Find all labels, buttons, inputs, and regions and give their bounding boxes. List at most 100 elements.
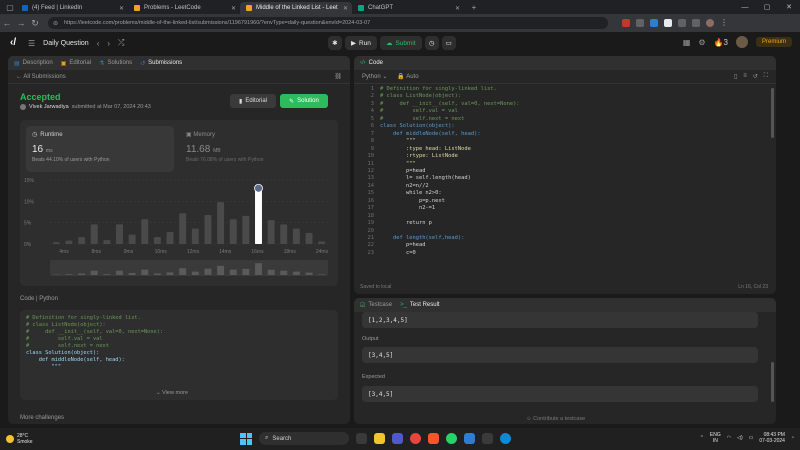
prev-problem-icon[interactable]: ‹ — [97, 39, 100, 48]
premium-button[interactable]: Premium — [755, 37, 792, 47]
shuffle-icon[interactable]: ⤮ — [118, 38, 124, 48]
address-bar-row: ← → ↻ ⊜ https://leetcode.com/problems/mid… — [0, 14, 800, 32]
clock[interactable]: 08:43 PM 07-03-2024 — [759, 432, 785, 444]
copilot-icon[interactable] — [482, 433, 493, 444]
tab-solutions[interactable]: ⚗ Solutions — [99, 60, 132, 67]
language-select[interactable]: Python ⌄ — [362, 73, 387, 80]
battery-icon[interactable]: ▭ — [749, 435, 754, 441]
tab-test-result[interactable]: >_ Test Result — [400, 302, 440, 308]
fullscreen-icon[interactable]: ⛶ — [764, 73, 768, 80]
whatsapp-icon[interactable] — [446, 433, 457, 444]
chrome-icon[interactable] — [410, 433, 421, 444]
teams-icon[interactable] — [392, 433, 403, 444]
store-icon[interactable] — [464, 433, 475, 444]
volume-icon[interactable]: ◁) — [737, 435, 743, 441]
back-icon[interactable]: ← — [0, 18, 14, 28]
extension-icon[interactable] — [622, 19, 630, 27]
menu-icon[interactable]: ⋮ — [720, 19, 728, 27]
close-tab-icon[interactable]: ✕ — [231, 5, 236, 12]
close-window-icon[interactable]: ✕ — [778, 0, 800, 14]
all-submissions-link[interactable]: ← All Submissions — [16, 74, 66, 80]
settings-icon[interactable]: ⚙ — [698, 38, 705, 47]
close-tab-icon[interactable]: ✕ — [455, 5, 460, 12]
runtime-distribution-chart: 15% 10% 5% 0% 4ms 8ms 9ms 10ms 12ms 14ms 16ms 18ms 2… — [24, 178, 329, 276]
line-number: 20 — [367, 227, 375, 234]
extension-icon[interactable] — [650, 19, 658, 27]
layout-icon[interactable]: ▦ — [683, 38, 691, 47]
browser-tab-middle-linked-list[interactable]: Middle of the Linked List - Leet ✕ — [240, 2, 352, 14]
leetcode-logo-icon[interactable]: ‹/ — [10, 37, 20, 49]
runtime-beats: Beats 44.10% of users with Python — [32, 157, 110, 163]
range-bar — [191, 271, 199, 275]
memory-card[interactable]: ▣ Memory 11.68 MB Beats 76.08% of users … — [180, 126, 328, 172]
task-view-icon[interactable] — [356, 433, 367, 444]
daily-question-title[interactable]: Daily Question — [43, 40, 89, 47]
tab-submissions[interactable]: ↺ Submissions — [140, 60, 182, 67]
site-info-icon[interactable]: ⊜ — [53, 20, 58, 27]
bookmark-icon[interactable]: ▯ — [734, 73, 737, 80]
reload-icon[interactable]: ↻ — [28, 18, 42, 29]
close-tab-icon[interactable]: ✕ — [343, 5, 348, 12]
maximize-icon[interactable]: ▢ — [756, 0, 778, 14]
share-link-icon[interactable]: ⛓ — [334, 73, 342, 80]
minimize-icon[interactable]: — — [734, 0, 756, 14]
timer-icon[interactable]: ◷ — [424, 36, 439, 50]
smiley-icon: ☺ — [526, 416, 532, 422]
chart-bar — [52, 242, 60, 244]
tab-actions-icon[interactable]: ▢ — [4, 2, 16, 12]
code-preview-line: # class ListNode(object): — [26, 322, 106, 328]
code-editor[interactable]: 1 # Definition for singly-linked list. 2 # … — [354, 86, 770, 278]
test-scrollbar[interactable] — [771, 362, 774, 402]
runtime-card[interactable]: ◷ Runtime 16 ms Beats 44.10% of users wit… — [26, 126, 174, 172]
code-tab[interactable]: ‹/› Code — [360, 60, 383, 66]
wifi-icon[interactable]: ◠ — [727, 435, 731, 441]
close-tab-icon[interactable]: ✕ — [119, 5, 124, 12]
forward-icon[interactable]: → — [14, 18, 28, 28]
problem-list-icon[interactable]: ☰ — [28, 39, 35, 48]
input-value: [1,2,3,4,5] — [362, 312, 758, 328]
run-button[interactable]: ▶ Run — [345, 36, 377, 50]
editor-scrollbar[interactable] — [771, 88, 774, 138]
tab-description[interactable]: ▤ Description — [14, 60, 53, 67]
code-line: """ — [380, 160, 416, 167]
browser-tab-linkedin[interactable]: (4) Feed | LinkedIn ✕ — [16, 2, 128, 14]
auto-mode-toggle[interactable]: 🔒 Auto — [397, 73, 418, 80]
file-explorer-icon[interactable] — [374, 433, 385, 444]
start-icon[interactable] — [240, 432, 252, 445]
notes-icon[interactable]: ▭ — [441, 36, 456, 50]
editorial-button[interactable]: ▮ Editorial — [230, 94, 276, 108]
submitter-name[interactable]: Vivek Jarwadiya — [29, 104, 69, 110]
reset-code-icon[interactable]: ↺ — [753, 73, 758, 80]
extension-icon[interactable] — [692, 19, 700, 27]
submit-button[interactable]: ☁ Submit — [379, 36, 422, 50]
brave-icon[interactable] — [428, 433, 439, 444]
contribute-testcase-link[interactable]: ☺ Contribute a testcase — [526, 416, 585, 422]
weather-widget[interactable]: 28°C Smoke — [6, 433, 33, 445]
chart-bar — [141, 219, 149, 244]
avatar[interactable] — [735, 36, 748, 48]
range-bar — [116, 270, 123, 275]
extension-icon[interactable] — [678, 19, 686, 27]
browser-tab-problems[interactable]: Problems - LeetCode ✕ — [128, 2, 240, 14]
debug-icon[interactable]: ✱ — [328, 36, 342, 50]
browser-tab-chatgpt[interactable]: ChatGPT ✕ — [352, 2, 464, 14]
new-tab-icon[interactable]: + — [468, 2, 480, 12]
url-input[interactable]: ⊜ https://leetcode.com/problems/middle-of… — [48, 17, 608, 29]
chart-bar — [166, 232, 174, 244]
extension-icon[interactable] — [636, 19, 644, 27]
format-icon[interactable]: ≡ — [743, 73, 747, 80]
tab-testcase[interactable]: ☑ Testcase — [360, 302, 392, 309]
streak-icon[interactable]: 🔥3 — [714, 38, 728, 47]
solution-button[interactable]: ✎ Solution — [280, 94, 328, 108]
next-problem-icon[interactable]: › — [107, 39, 110, 48]
tab-editorial[interactable]: ▣ Editorial — [61, 60, 91, 67]
taskbar-search[interactable]: ⌕ Search — [259, 432, 349, 445]
edge-icon[interactable] — [500, 433, 511, 444]
notifications-icon[interactable]: ◔ — [791, 435, 794, 441]
view-more-link[interactable]: ⌄ View more — [156, 390, 188, 396]
extension-icon[interactable] — [664, 19, 672, 27]
language-indicator[interactable]: ENG IN — [710, 432, 721, 444]
show-hidden-icons[interactable]: ⌃ — [700, 435, 704, 441]
play-icon: ▶ — [351, 40, 356, 47]
profile-icon[interactable] — [706, 19, 714, 27]
